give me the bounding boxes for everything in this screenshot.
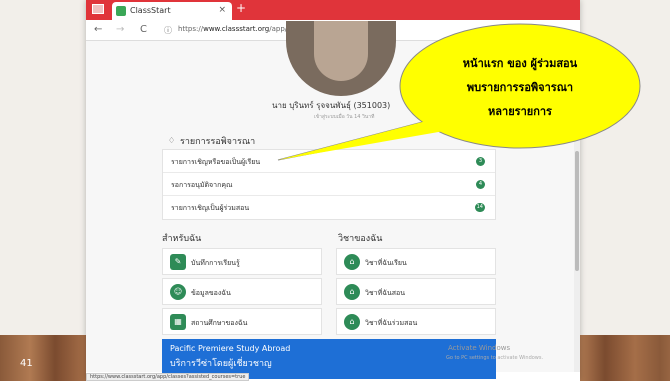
card-label: วิชาที่ฉันร่วมสอน [365,319,418,327]
ad-subtitle: บริการวีซ่าโดยผู้เชี่ยวชาญ [170,359,272,369]
back-icon[interactable]: ← [94,24,102,35]
new-tab-icon[interactable]: + [236,1,246,15]
pending-title: รายการรอพิจารณา [180,137,256,147]
slide-number: 41 [20,358,33,369]
home-icon: ⌂ [344,314,360,330]
browser-tab[interactable]: ClassStart × [112,2,232,20]
card-label: วิชาที่ฉันสอน [365,289,406,297]
pending-item[interactable]: รอการอนุมัติจากคุณ 4 [163,173,495,196]
vertical-scrollbar[interactable] [574,41,580,372]
card-label: ข้อมูลของฉัน [191,289,231,297]
pending-item-label: รายการเชิญเป็นผู้ร่วมสอน [171,204,250,212]
activate-windows-subtext: Go to PC settings to activate Windows. [446,355,544,361]
my-info-link[interactable]: ☺ ข้อมูลของฉัน [162,278,322,305]
courses-coteaching-link[interactable]: ⌂ วิชาที่ฉันร่วมสอน [336,308,496,335]
notebook-icon: ✎ [170,254,186,270]
forward-icon[interactable]: → [116,24,124,35]
courses-teaching-link[interactable]: ⌂ วิชาที่ฉันสอน [336,278,496,305]
pending-item-label: รอการอนุมัติจากคุณ [171,181,233,189]
school-icon: ▦ [170,314,186,330]
activate-windows-watermark: Activate Windows [448,344,511,352]
pending-item-label: รายการเชิญหรือขอเป็นผู้เรียน [171,158,261,166]
home-icon: ⌂ [344,284,360,300]
courses-learning-link[interactable]: ⌂ วิชาที่ฉันเรียน [336,248,496,275]
ad-title: Pacific Premiere Study Abroad [170,344,291,353]
card-label: สถานศึกษาของฉัน [191,319,248,327]
for-you-title: สำหรับฉัน [162,234,202,244]
my-courses-title: วิชาของฉัน [338,234,383,244]
window-menu-icon[interactable] [92,4,104,14]
people-icon: ☺ [170,284,186,300]
pending-item[interactable]: รายการเชิญหรือขอเป็นผู้เรียน 3 [163,150,495,173]
browser-window: ClassStart × + ← → C ⓘ https://www.class… [86,0,580,381]
classstart-favicon-icon [116,6,126,16]
count-badge: 4 [476,180,485,189]
tab-title: ClassStart [130,6,171,15]
site-info-icon[interactable]: ⓘ [164,25,172,36]
pending-list: รายการเชิญหรือขอเป็นผู้เรียน 3 รอการอนุม… [162,149,496,220]
count-badge: 3 [476,157,485,166]
bell-icon: ♢ [168,136,176,145]
url-domain: www.classstart.org [203,25,270,33]
user-name[interactable]: นาย บุรินทร์ รุจจนพันธุ์ (351003) [272,99,390,112]
my-school-link[interactable]: ▦ สถานศึกษาของฉัน [162,308,322,335]
card-label: บันทึกการเรียนรู้ [191,259,240,267]
card-label: วิชาที่ฉันเรียน [365,259,407,267]
close-tab-icon[interactable]: × [218,5,226,15]
reload-icon[interactable]: C [140,24,147,35]
avatar [286,21,396,96]
scroll-thumb[interactable] [575,151,579,271]
page-content: นาย บุรินทร์ รุจจนพันธุ์ (351003) เข้าสู… [86,21,580,381]
learning-log-link[interactable]: ✎ บันทึกการเรียนรู้ [162,248,322,275]
user-last-login: เข้าสู่ระบบเมื่อ วัน 14 วินาที [314,114,375,120]
count-badge: 14 [474,203,485,212]
status-bar-url: https://www.classstart.org/app/classes?a… [86,373,250,381]
url-prefix: https:// [178,25,204,33]
home-icon: ⌂ [344,254,360,270]
tab-bar: ClassStart × + [86,0,580,20]
avatar-photo [314,21,368,81]
pending-item[interactable]: รายการเชิญเป็นผู้ร่วมสอน 14 [163,196,495,219]
